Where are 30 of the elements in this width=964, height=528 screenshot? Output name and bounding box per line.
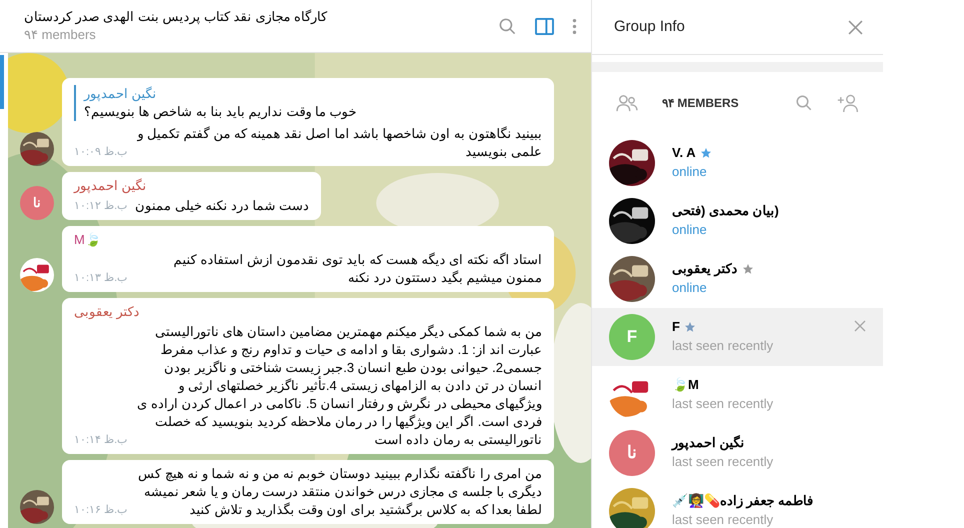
search-icon[interactable] xyxy=(795,94,813,112)
chat-title: کارگاه مجازی نقد کتاب پردیس بنت الهدی صدر کردستان xyxy=(24,8,327,26)
avatar: F xyxy=(609,314,655,360)
members-heading: ۹۴ MEMBERS xyxy=(662,95,740,112)
member-name: نگین احمدپور xyxy=(672,434,745,452)
member-name: فاطمه جعفر زاده💊👩‍🏫💉 xyxy=(672,492,814,510)
people-icon xyxy=(616,94,638,112)
panel-title: Group Info xyxy=(614,16,685,37)
more-icon[interactable] xyxy=(572,18,577,34)
close-icon[interactable] xyxy=(854,320,866,332)
member-name: F xyxy=(672,318,680,336)
member-name: دکتر یعقوبی xyxy=(672,260,738,278)
selection-indicator xyxy=(0,55,4,109)
search-icon[interactable] xyxy=(498,16,517,36)
member-row[interactable]: F F last seen recently xyxy=(592,308,883,366)
close-icon[interactable] xyxy=(848,20,863,34)
member-name: V. A xyxy=(672,144,696,162)
member-count: ۹۴ members xyxy=(24,26,96,44)
member-name: M🍃 xyxy=(672,376,699,394)
member-status: last seen recently xyxy=(672,337,774,355)
member-status: last seen recently xyxy=(672,395,774,413)
avatar: نا xyxy=(609,430,655,476)
member-name: (بیان محمدی (فتحی xyxy=(672,202,779,220)
add-member-icon[interactable] xyxy=(837,94,859,112)
member-status: online xyxy=(672,163,708,181)
sidebar-toggle-icon[interactable] xyxy=(535,18,554,34)
member-status: last seen recently xyxy=(672,511,774,528)
member-status: online xyxy=(672,279,708,297)
member-status: online xyxy=(672,221,708,239)
member-status: last seen recently xyxy=(672,453,774,471)
